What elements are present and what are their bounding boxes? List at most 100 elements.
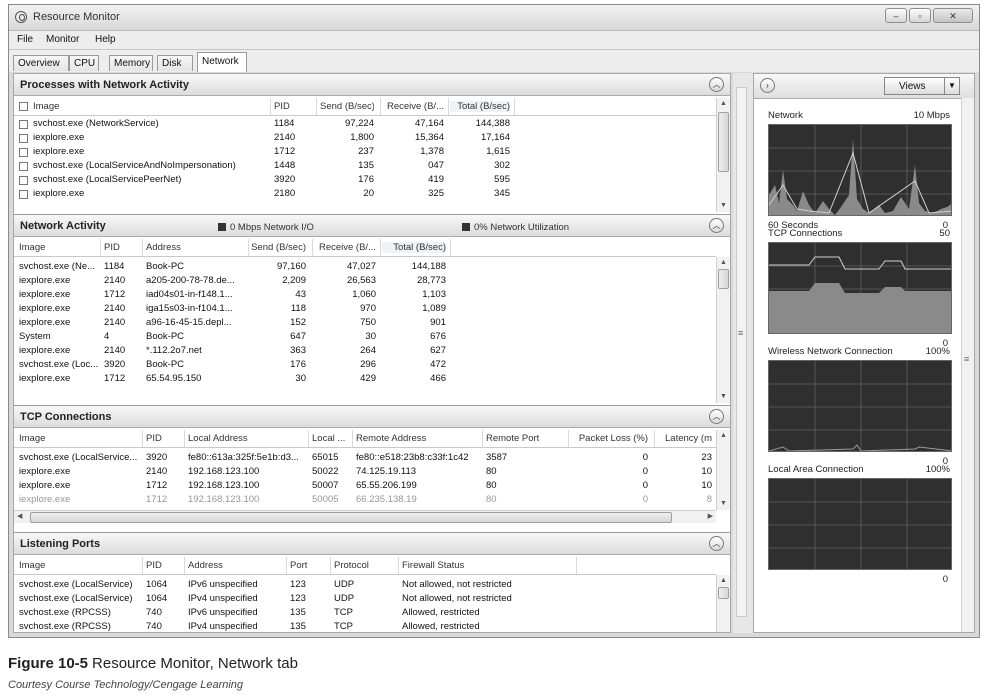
tcp-scrollbar[interactable]: ▲ ▼ xyxy=(716,430,730,510)
listening-scrollbar[interactable]: ▲ xyxy=(716,575,730,632)
tab-disk[interactable]: Disk xyxy=(157,55,193,71)
col-send[interactable]: Send (B/sec) xyxy=(250,242,306,253)
network-activity-header[interactable]: Network Activity 0 Mbps Network I/O 0% N… xyxy=(14,215,730,237)
table-row[interactable]: iexplore.exe 2140 a205-200-78-78.de... 2,20… xyxy=(14,274,716,288)
chevron-down-icon[interactable]: ▼ xyxy=(944,78,959,94)
table-row[interactable]: iexplore.exe 2140 iga15s03-in-f104.1... 118… xyxy=(14,302,716,316)
col-port[interactable]: Port xyxy=(290,560,307,571)
collapse-icon[interactable]: ︿ xyxy=(709,409,724,424)
tab-cpu[interactable]: CPU xyxy=(69,55,99,71)
network-activity-scrollbar[interactable]: ▲ ▼ xyxy=(716,257,730,403)
tcp-connections-header[interactable]: TCP Connections ︿ xyxy=(14,406,730,428)
col-pid[interactable]: PID xyxy=(146,560,162,571)
table-row[interactable]: svchost.exe (LocalServiceAndNoImpersonat… xyxy=(14,159,716,173)
table-row[interactable]: svchost.exe (Ne... 1184 Book-PC 97,160 47,02… xyxy=(14,260,716,274)
maximize-button[interactable]: ▫ xyxy=(909,8,931,23)
scroll-thumb[interactable] xyxy=(718,587,729,599)
figure-title: Resource Monitor, Network tab xyxy=(92,655,298,672)
main-scrollbar[interactable]: ≡ xyxy=(736,87,747,617)
minimize-button[interactable]: – xyxy=(885,8,907,23)
scroll-up-icon[interactable]: ▲ xyxy=(717,257,730,269)
collapse-icon[interactable]: ︿ xyxy=(709,536,724,551)
table-row[interactable]: iexplore.exe 1712 237 1,378 1,615 xyxy=(14,145,716,159)
table-row[interactable]: svchost.exe (LocalServicePeerNet) 3920 1… xyxy=(14,173,716,187)
col-latency[interactable]: Latency (m xyxy=(656,433,712,444)
row-checkbox[interactable] xyxy=(19,134,28,143)
row-checkbox[interactable] xyxy=(19,162,28,171)
col-pid[interactable]: PID xyxy=(104,242,120,253)
menu-help[interactable]: Help xyxy=(95,34,116,45)
col-firewall-status[interactable]: Firewall Status xyxy=(402,560,464,571)
col-total[interactable]: Total (B/sec) xyxy=(450,101,510,112)
col-image[interactable]: Image xyxy=(19,242,45,253)
section-title: TCP Connections xyxy=(20,411,112,423)
row-checkbox[interactable] xyxy=(19,190,28,199)
listening-ports-header[interactable]: Listening Ports ︿ xyxy=(14,533,730,555)
processes-scrollbar[interactable]: ▲ ▼ xyxy=(716,98,730,212)
col-address[interactable]: Address xyxy=(188,560,223,571)
col-remote-port[interactable]: Remote Port xyxy=(486,433,539,444)
pane-splitter[interactable]: ≡ xyxy=(733,73,753,633)
table-row[interactable]: iexplore.exe 2180 20 325 345 xyxy=(14,187,716,201)
close-button[interactable]: ✕ xyxy=(933,8,973,23)
table-row[interactable]: svchost.exe (LocalService) 1064 IPv6 unspe… xyxy=(14,578,716,592)
scroll-down-icon[interactable]: ▼ xyxy=(717,200,730,212)
table-row[interactable]: svchost.exe (LocalService... 3920 fe80::61… xyxy=(14,451,716,465)
processes-header[interactable]: Processes with Network Activity ︿ xyxy=(14,74,730,96)
collapse-icon[interactable]: ︿ xyxy=(709,77,724,92)
tab-memory[interactable]: Memory xyxy=(109,55,153,71)
col-total[interactable]: Total (B/sec) xyxy=(382,242,446,253)
table-row[interactable]: System 4 Book-PC 647 30 676 xyxy=(14,330,716,344)
views-button[interactable]: Views ▼ xyxy=(884,77,960,95)
col-pid[interactable]: PID xyxy=(274,101,290,112)
col-image[interactable]: Image xyxy=(19,433,45,444)
scroll-down-icon[interactable]: ▼ xyxy=(717,391,730,403)
row-checkbox[interactable] xyxy=(19,176,28,185)
col-address[interactable]: Address xyxy=(146,242,181,253)
graphs-scrollbar[interactable]: ≡ xyxy=(961,98,974,632)
tab-network[interactable]: Network xyxy=(197,52,247,72)
expand-icon[interactable]: › xyxy=(760,78,775,93)
collapse-icon[interactable]: ︿ xyxy=(709,218,724,233)
table-row[interactable]: iexplore.exe 2140 *.112.2o7.net 363 264 627 xyxy=(14,344,716,358)
scroll-up-icon[interactable]: ▲ xyxy=(717,98,730,110)
table-row[interactable]: iexplore.exe 2140 1,800 15,364 17,164 xyxy=(14,131,716,145)
menu-file[interactable]: File xyxy=(17,34,33,45)
col-image[interactable]: Image xyxy=(19,560,45,571)
table-row[interactable]: svchost.exe (RPCSS) 740 IPv4 unspecified 13… xyxy=(14,620,716,632)
menu-monitor[interactable]: Monitor xyxy=(46,34,79,45)
col-receive[interactable]: Receive (B/... xyxy=(384,101,444,112)
col-local-port[interactable]: Local ... xyxy=(312,433,350,444)
scroll-left-icon[interactable]: ◀ xyxy=(17,512,22,520)
col-receive[interactable]: Receive (B/... xyxy=(314,242,376,253)
col-image[interactable]: Image xyxy=(33,101,59,112)
col-packet-loss[interactable]: Packet Loss (%) xyxy=(572,433,648,444)
tab-overview[interactable]: Overview xyxy=(13,55,69,71)
table-row[interactable]: svchost.exe (NetworkService) 1184 97,224… xyxy=(14,117,716,131)
col-remote-address[interactable]: Remote Address xyxy=(356,433,426,444)
table-row[interactable]: iexplore.exe 2140 a96-16-45-15.depl... 152 7… xyxy=(14,316,716,330)
table-row[interactable]: svchost.exe (Loc... 3920 Book-PC 176 296 472 xyxy=(14,358,716,372)
col-pid[interactable]: PID xyxy=(146,433,162,444)
scroll-thumb[interactable] xyxy=(30,512,672,523)
scroll-thumb[interactable] xyxy=(718,112,729,172)
table-row[interactable]: iexplore.exe 1712 192.168.123.100 50007 65.5… xyxy=(14,479,716,493)
select-all-checkbox[interactable] xyxy=(19,102,28,111)
table-row[interactable]: svchost.exe (RPCSS) 740 IPv6 unspecified 13… xyxy=(14,606,716,620)
col-protocol[interactable]: Protocol xyxy=(334,560,369,571)
scroll-up-icon[interactable]: ▲ xyxy=(717,430,730,442)
scroll-right-icon[interactable]: ▶ xyxy=(708,512,713,520)
table-row[interactable]: iexplore.exe 2140 192.168.123.100 50022 74.1… xyxy=(14,465,716,479)
table-row[interactable]: iexplore.exe 1712 65.54.95.150 30 429 466 xyxy=(14,372,716,386)
row-checkbox[interactable] xyxy=(19,148,28,157)
table-row[interactable]: iexplore.exe 1712 192.168.123.100 50005 66.2… xyxy=(14,493,716,507)
scroll-down-icon[interactable]: ▼ xyxy=(717,498,730,510)
table-row[interactable]: iexplore.exe 1712 iad04s01-in-f148.1... 43 1… xyxy=(14,288,716,302)
scroll-up-icon[interactable]: ▲ xyxy=(717,575,730,587)
tcp-horizontal-scrollbar[interactable]: ◀ ▶ xyxy=(14,510,716,523)
col-local-address[interactable]: Local Address xyxy=(188,433,248,444)
table-row[interactable]: svchost.exe (LocalService) 1064 IPv4 unspe… xyxy=(14,592,716,606)
scroll-thumb[interactable] xyxy=(718,269,729,289)
col-send[interactable]: Send (B/sec) xyxy=(320,101,374,112)
row-checkbox[interactable] xyxy=(19,120,28,129)
